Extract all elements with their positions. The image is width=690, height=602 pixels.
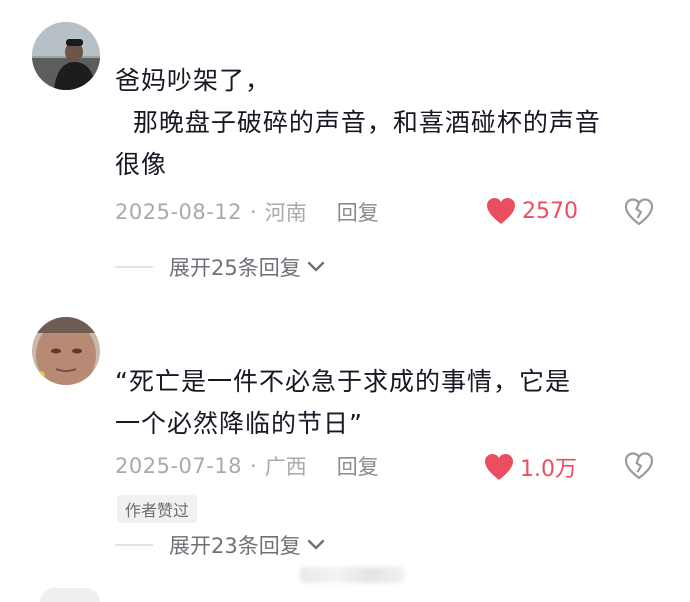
reply-button[interactable]: 回复 <box>337 451 379 481</box>
next-comment-avatar <box>40 588 100 602</box>
reply-button[interactable]: 回复 <box>337 197 379 227</box>
user-avatar[interactable] <box>32 317 100 385</box>
expand-replies-label: 展开25条回复 <box>169 256 301 280</box>
chevron-down-icon <box>307 539 324 550</box>
separator-dot: · <box>250 454 257 478</box>
comment-date: 2025-07-18 <box>115 454 243 478</box>
author-liked-badge: 作者赞过 <box>117 495 198 523</box>
expand-replies-label: 展开23条回复 <box>169 534 301 558</box>
dislike-button[interactable] <box>624 451 654 481</box>
dislike-button[interactable] <box>624 197 654 227</box>
chevron-down-icon <box>307 261 324 272</box>
user-avatar[interactable] <box>32 22 100 90</box>
divider-line <box>115 266 153 268</box>
blurred-watermark <box>300 567 405 583</box>
comment-text: 爸妈吵架了， 那晚盘子破碎的声音，和喜酒碰杯的声音 很像 <box>115 66 601 179</box>
comment-text: “死亡是一件不必急于求成的事情，它是 一个必然降临的节日” <box>115 367 571 438</box>
heart-icon <box>487 198 515 224</box>
comment-location: 广西 <box>264 455 307 479</box>
heart-icon <box>485 454 513 480</box>
divider-line <box>115 544 153 546</box>
like-count: 1.0万 <box>520 457 577 482</box>
comment-location: 河南 <box>264 201 307 225</box>
broken-heart-icon <box>624 452 654 480</box>
broken-heart-icon <box>624 198 654 226</box>
comment-date: 2025-08-12 <box>115 200 243 224</box>
expand-replies-button[interactable]: 展开25条回复 <box>115 252 325 282</box>
expand-replies-button[interactable]: 展开23条回复 <box>115 530 325 560</box>
like-button[interactable]: 2570 <box>486 197 578 225</box>
like-button[interactable]: 1.0万 <box>484 451 577 483</box>
like-count: 2570 <box>522 198 578 224</box>
separator-dot: · <box>250 200 257 224</box>
